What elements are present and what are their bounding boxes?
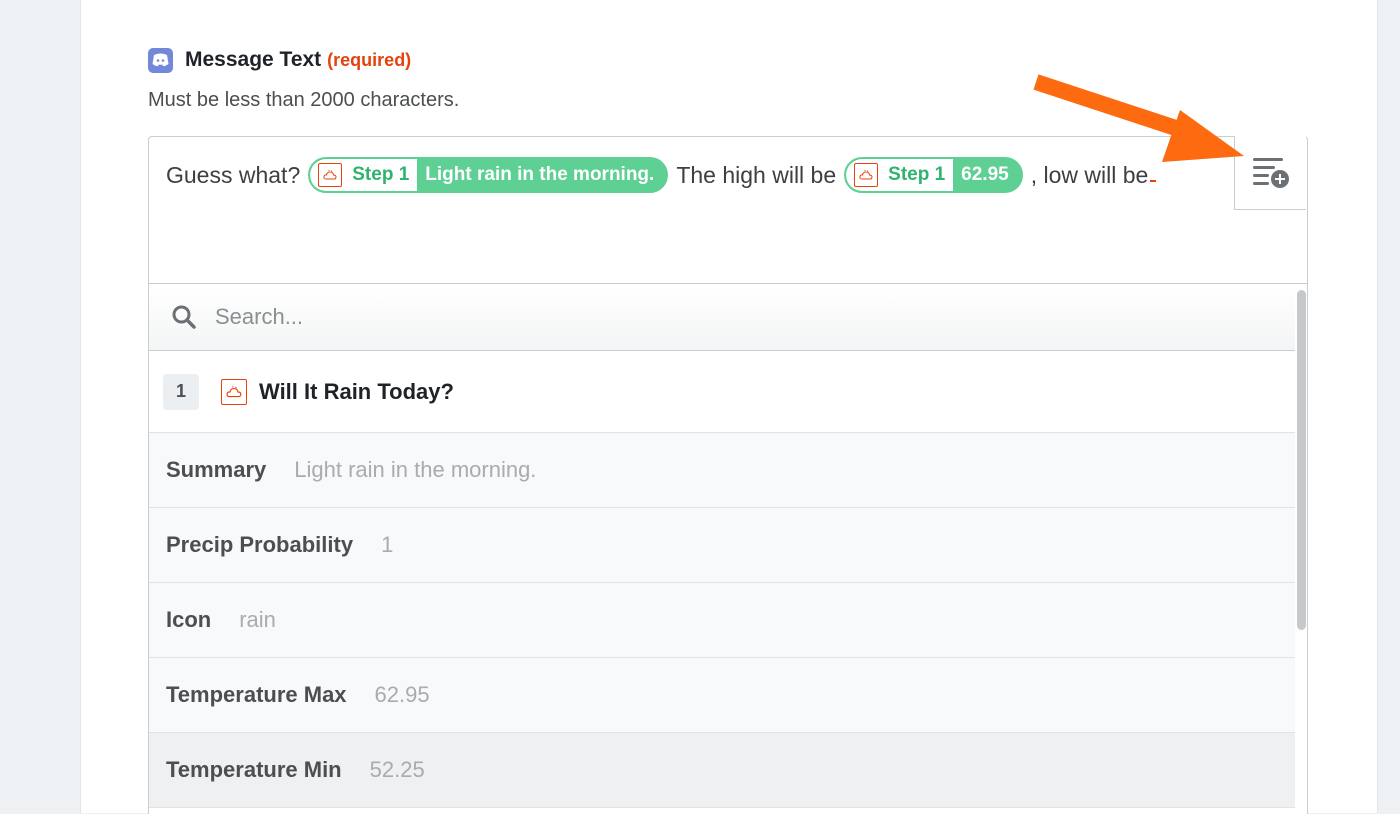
step-number-badge: 1 bbox=[163, 373, 199, 410]
pill-step-label: Step 1 bbox=[888, 164, 946, 185]
pill-value: 62.95 bbox=[961, 164, 1009, 185]
field-label-text: Message Text bbox=[185, 48, 322, 71]
weather-app-icon bbox=[854, 163, 879, 187]
field-option-value: Light rain in the morning. bbox=[294, 457, 537, 482]
scrollbar-thumb[interactable] bbox=[1297, 290, 1306, 630]
weather-app-icon bbox=[318, 163, 343, 187]
field-option-temperature-max[interactable]: Temperature Max 62.95 bbox=[149, 658, 1295, 733]
annotation-arrow-icon bbox=[1033, 74, 1244, 162]
editor-text-before: Guess what? bbox=[166, 161, 301, 188]
field-option-key: Temperature Min bbox=[166, 757, 342, 782]
step-group-header[interactable]: 1 Will It Rain Today? bbox=[149, 351, 1295, 433]
step-group-title: Will It Rain Today? bbox=[259, 378, 454, 404]
pill-value: Light rain in the morning. bbox=[425, 164, 655, 185]
field-option-key: Temperature Max bbox=[166, 682, 347, 707]
text-cursor bbox=[1150, 180, 1157, 182]
search-icon bbox=[171, 304, 197, 330]
field-option-summary[interactable]: Summary Light rain in the morning. bbox=[149, 433, 1295, 508]
field-help-text: Must be less than 2000 characters. bbox=[148, 89, 460, 111]
editor-text-middle: The high will be bbox=[676, 161, 837, 188]
search-input[interactable] bbox=[213, 303, 1117, 331]
field-options-list: Summary Light rain in the morning. Preci… bbox=[149, 433, 1295, 808]
pill-step-label: Step 1 bbox=[352, 164, 410, 185]
mapped-field-pill[interactable]: Step 1 62.95 bbox=[844, 157, 1023, 193]
field-label: Message Text (required) bbox=[148, 44, 411, 76]
field-option-key: Precip Probability bbox=[166, 532, 354, 557]
field-option-key: Summary bbox=[166, 457, 267, 482]
mapped-field-pill[interactable]: Step 1 Light rain in the morning. bbox=[308, 157, 669, 193]
field-option-icon[interactable]: Icon rain bbox=[149, 583, 1295, 658]
field-option-value: 62.95 bbox=[374, 682, 430, 707]
field-option-temperature-min[interactable]: Temperature Min 52.25 bbox=[149, 733, 1295, 808]
field-option-value: 52.25 bbox=[369, 757, 425, 782]
search-bar bbox=[149, 284, 1295, 351]
discord-icon bbox=[148, 47, 173, 73]
field-option-value: 1 bbox=[381, 532, 394, 557]
field-option-precip-probability[interactable]: Precip Probability 1 bbox=[149, 508, 1295, 583]
weather-app-icon bbox=[221, 378, 247, 405]
data-picker-dropdown: 1 Will It Rain Today? Summary Light rain… bbox=[148, 283, 1308, 814]
field-option-key: Icon bbox=[166, 607, 212, 632]
field-option-value: rain bbox=[239, 607, 276, 632]
required-marker: (required) bbox=[327, 49, 412, 70]
editor-content[interactable]: Guess what? Step 1 Light rain in the mor… bbox=[166, 155, 1157, 195]
